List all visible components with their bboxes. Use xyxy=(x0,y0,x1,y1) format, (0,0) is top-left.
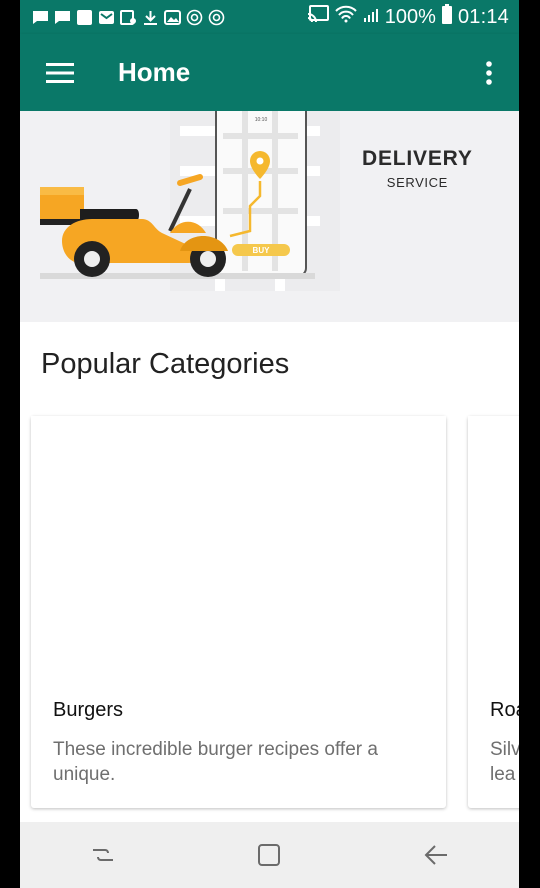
banner-text: DELIVERY SERVICE xyxy=(362,147,473,190)
main-content: Popular Categories Burgers These incredi… xyxy=(20,322,519,822)
banner-headline: DELIVERY xyxy=(362,147,473,170)
promo-banner[interactable]: 10:10 BUY DELIVERY SERVICE xyxy=(20,111,519,322)
notification-icons xyxy=(20,9,225,25)
battery-icon xyxy=(441,4,452,30)
category-title: Burgers xyxy=(53,699,124,721)
section-title: Popular Categories xyxy=(41,348,290,380)
page-title: Home xyxy=(118,57,191,87)
home-square-icon[interactable] xyxy=(239,830,299,880)
category-card[interactable]: Burgers These incredible burger recipes … xyxy=(31,416,446,808)
category-description: Silv lea xyxy=(490,739,519,785)
delivery-illustration: 10:10 BUY xyxy=(40,111,340,291)
battery-percent: 100% xyxy=(384,5,436,28)
buy-button-text: BUY xyxy=(253,246,271,255)
recents-icon[interactable] xyxy=(73,830,133,880)
status-bar: 100% 01:14 xyxy=(20,0,519,34)
category-description: These incredible burger recipes offer a … xyxy=(53,739,378,785)
category-card[interactable]: Roa Silv lea xyxy=(468,416,519,808)
calendar-icon xyxy=(120,9,137,25)
hamburger-menu-icon[interactable] xyxy=(32,45,88,101)
app-bar: Home xyxy=(20,34,519,111)
signal-icon xyxy=(363,6,379,29)
screen: 100% 01:14 Home 10:10 BUY DELIVERY SERVI… xyxy=(20,0,519,888)
category-image xyxy=(468,416,519,686)
category-title: Roa xyxy=(490,699,519,721)
more-vert-icon[interactable] xyxy=(469,45,509,101)
system-nav-bar xyxy=(20,822,519,888)
app-square-icon xyxy=(76,9,93,25)
phone-time: 10:10 xyxy=(255,117,268,123)
category-image xyxy=(31,416,446,686)
cast-icon xyxy=(307,5,329,29)
wifi-icon xyxy=(335,5,357,29)
sync-icon xyxy=(186,9,203,25)
system-status: 100% 01:14 xyxy=(307,4,519,30)
message-icon xyxy=(54,10,71,25)
download-icon xyxy=(142,10,159,25)
image-icon xyxy=(164,9,181,25)
clock: 01:14 xyxy=(457,5,509,28)
sync-icon xyxy=(208,9,225,25)
back-arrow-icon[interactable] xyxy=(406,830,466,880)
gmail-icon xyxy=(98,10,115,25)
message-icon xyxy=(32,10,49,25)
banner-subheadline: SERVICE xyxy=(386,175,448,190)
